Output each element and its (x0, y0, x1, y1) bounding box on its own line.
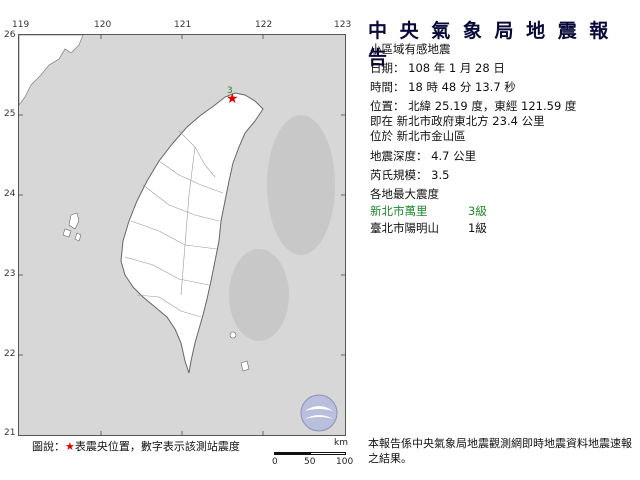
lon-tick-label: 119 (12, 20, 30, 30)
scale-unit: km (334, 438, 348, 448)
lat-tick-label: 26 (4, 30, 16, 40)
lon-tick-label: 122 (255, 20, 273, 30)
legend-text: 表震央位置，數字表示該測站震度 (74, 440, 240, 453)
report-magnitude: 芮氏規模： 3.5 (370, 168, 450, 182)
outlying-islands (229, 331, 250, 372)
lat-tick-label: 21 (4, 428, 16, 438)
intensity-header: 各地最大震度 (370, 187, 439, 201)
scale-label: 100 (336, 457, 354, 467)
report-subtitle: 小區域有感地震 (370, 42, 451, 56)
scale-label: 0 (272, 457, 278, 467)
lat-tick-label: 22 (4, 349, 16, 359)
china-coast (19, 35, 84, 106)
penghu-islands (62, 212, 82, 242)
scale-segment-light (310, 452, 346, 455)
lat-tick-label: 23 (4, 269, 16, 279)
cwb-logo (300, 394, 338, 432)
lon-tick-label: 123 (334, 20, 352, 30)
lon-tick-label: 121 (174, 20, 192, 30)
map-legend: 圖說：★表震央位置，數字表示該測站震度 (32, 438, 240, 454)
lon-tick-label: 120 (94, 20, 112, 30)
report-position: 位置： 北緯 25.19 度，東經 121.59 度 (370, 99, 577, 113)
epicenter-star: ★ (226, 91, 239, 107)
report-district: 位於 新北市金山區 (370, 129, 466, 143)
legend-star-icon: ★ (65, 440, 75, 453)
lat-tick-label: 25 (4, 109, 16, 119)
map-svg: 3 ★ (19, 35, 345, 435)
report-time: 時間： 18 時 48 分 13.7 秒 (370, 80, 516, 94)
intensity-place: 新北市萬里 (370, 204, 428, 218)
map-area: 3 ★ (18, 34, 346, 436)
intensity-place: 臺北市陽明山 (370, 221, 439, 235)
report-relative-location: 即在 新北市政府東北方 23.4 公里 (370, 114, 545, 128)
report-depth: 地震深度： 4.7 公里 (370, 149, 477, 163)
lat-tick-label: 24 (4, 189, 16, 199)
intensity-level: 3級 (468, 204, 487, 218)
scale-bar: km 0 50 100 (272, 438, 354, 468)
intensity-level: 1級 (468, 221, 487, 235)
legend-prefix: 圖說： (32, 440, 65, 453)
terrain-shading (229, 115, 335, 341)
scale-segment-dark (274, 452, 310, 455)
report-date: 日期： 108 年 1 月 28 日 (370, 61, 505, 75)
scale-label: 50 (304, 457, 316, 467)
report-note: 本報告係中央氣象局地震觀測網即時地震資料地震速報之結果。 (368, 437, 632, 465)
